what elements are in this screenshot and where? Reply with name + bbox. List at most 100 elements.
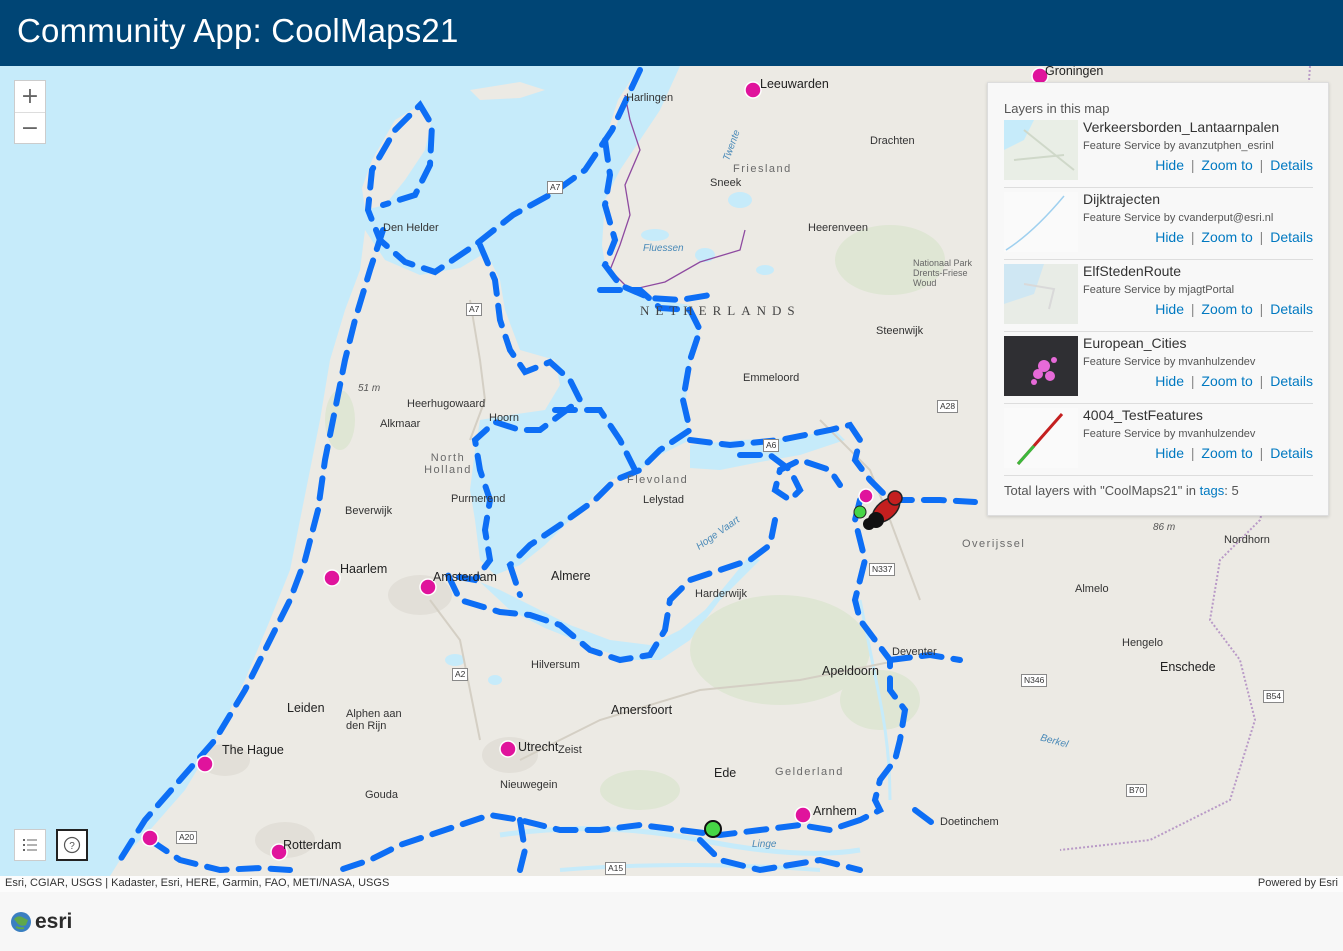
city-label: Doetinchem [940,816,999,828]
city-label: Groningen [1045,66,1104,78]
road-shield: A7 [547,181,564,194]
city-label: Harlingen [626,92,674,104]
app-header: Community App: CoolMaps21 [0,0,1343,66]
zoom-out-button[interactable]: − [15,113,45,144]
road-shield: B54 [1263,690,1285,703]
tags-link[interactable]: tags [1200,483,1225,498]
layer-thumbnail [1004,264,1078,324]
city-label: Leiden [287,701,325,715]
powered-by[interactable]: Powered by Esri [1258,877,1338,889]
esri-logo[interactable]: esri [10,910,72,934]
city-label: Steenwijk [876,325,924,337]
app-title: Community App: CoolMaps21 [17,12,459,49]
layer-source: Feature Service by mvanhulzendev [1083,428,1256,440]
question-icon: ? [63,836,81,854]
map-attribution: Esri, CGIAR, USGS | Kadaster, Esri, HERE… [0,876,1343,892]
country-label: NETHERLANDS [640,303,801,318]
city-label: Utrecht [518,740,559,754]
city-label: Ede [714,766,737,780]
help-button[interactable]: ? [56,829,88,861]
layer-title: Verkeersborden_Lantaarnpalen [1083,119,1280,135]
layer-item: Verkeersborden_Lantaarnpalen Feature Ser… [1004,116,1313,188]
svg-text:?: ? [69,841,75,852]
layer-source: Feature Service by avanzutphen_esrinl [1083,140,1274,152]
layer-thumbnail [1004,120,1078,180]
zoom-to-layer-link[interactable]: Zoom to [1201,301,1252,317]
layer-details-link[interactable]: Details [1270,373,1313,389]
layer-actions: Hide | Zoom to | Details [1155,373,1313,389]
layer-thumbnail [1004,192,1078,252]
city-label: Heerhugowaard [407,398,486,410]
layer-details-link[interactable]: Details [1270,229,1313,245]
region-label: North Holland [424,452,472,476]
city-label: Emmeloord [743,372,800,384]
city-label: Apeldoorn [822,664,879,678]
hide-layer-link[interactable]: Hide [1155,229,1184,245]
city-label: Hilversum [531,659,580,671]
layer-source: Feature Service by mjagtPortal [1083,284,1235,296]
hide-layer-link[interactable]: Hide [1155,445,1184,461]
road-shield: N337 [869,563,896,576]
water-label: Fluessen [643,243,684,254]
panel-footer: Total layers with "CoolMaps21" in tags: … [1004,483,1239,498]
city-label: Arnhem [813,804,857,818]
city-label: Rotterdam [283,838,342,852]
layer-details-link[interactable]: Details [1270,445,1313,461]
hide-layer-link[interactable]: Hide [1155,157,1184,173]
layer-thumbnail [1004,336,1078,396]
layer-item: ElfStedenRoute Feature Service by mjagtP… [1004,260,1313,332]
layer-actions: Hide | Zoom to | Details [1155,445,1313,461]
esri-wordmark: esri [35,910,73,933]
layer-title: 4004_TestFeatures [1083,407,1203,423]
zoom-control: + − [14,80,46,144]
city-label: Hoorn [489,412,519,424]
road-shield: A6 [763,439,780,452]
legend-button[interactable] [14,829,46,861]
region-label: Overijssel [962,538,1026,550]
city-label: Den Helder [383,222,439,234]
city-label: Alkmaar [380,418,421,430]
city-label: Amersfoort [611,703,673,717]
zoom-to-layer-link[interactable]: Zoom to [1201,373,1252,389]
road-shield: A7 [466,303,483,316]
app-footer: esri [0,892,1343,951]
city-label: Drachten [870,135,915,147]
layer-details-link[interactable]: Details [1270,157,1313,173]
layer-source: Feature Service by mvanhulzendev [1083,356,1256,368]
region-label: Nationaal Park Drents-Friese Woud [913,258,973,288]
city-label: Zeist [558,744,582,756]
layer-item: 4004_TestFeatures Feature Service by mva… [1004,404,1313,476]
city-label: Heerenveen [808,222,868,234]
hide-layer-link[interactable]: Hide [1155,301,1184,317]
road-shield: N346 [1021,674,1048,687]
city-label: Haarlem [340,562,388,576]
city-label: Almelo [1075,583,1109,595]
layer-source: Feature Service by cvanderput@esri.nl [1083,212,1274,224]
layer-item: European_Cities Feature Service by mvanh… [1004,332,1313,404]
zoom-to-layer-link[interactable]: Zoom to [1201,229,1252,245]
zoom-to-layer-link[interactable]: Zoom to [1201,157,1252,173]
city-label: Beverwijk [345,505,393,517]
layers-panel: Layers in this map Verkeersborden_Lantaa… [987,82,1329,516]
city-label: Purmerend [451,493,506,505]
city-label: Deventer [892,646,937,658]
hide-layer-link[interactable]: Hide [1155,373,1184,389]
layer-details-link[interactable]: Details [1270,301,1313,317]
city-label: Harderwijk [695,588,747,600]
city-label: Amsterdam [433,570,497,584]
road-shield: B70 [1126,784,1148,797]
city-label: Leeuwarden [760,77,829,91]
layer-title: Dijktrajecten [1083,191,1161,207]
city-label: Hengelo [1122,637,1163,649]
layer-title: ElfStedenRoute [1083,263,1182,279]
layer-thumbnail [1004,408,1078,468]
city-label: The Hague [222,743,284,757]
list-icon [23,839,37,851]
region-label: Gelderland [775,766,844,778]
city-label: Alphen aan den Rijn [346,708,402,732]
zoom-in-button[interactable]: + [15,81,45,113]
city-label: Lelystad [643,494,684,506]
globe-icon [11,912,31,932]
zoom-to-layer-link[interactable]: Zoom to [1201,445,1252,461]
road-shield: A2 [452,668,469,681]
